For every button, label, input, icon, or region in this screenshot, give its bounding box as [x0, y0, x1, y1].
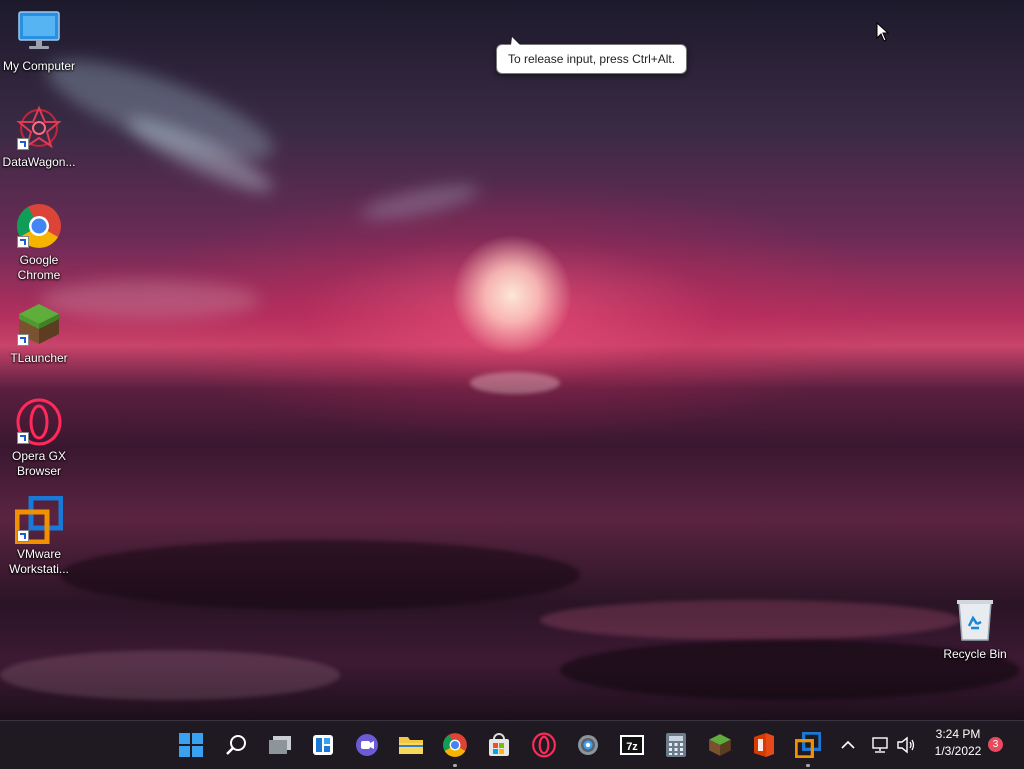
desktop-icon-recycle-bin[interactable]: Recycle Bin: [936, 596, 1014, 662]
desktop-icon-label: Opera GX Browser: [11, 449, 67, 478]
opera-gx-icon: [532, 732, 556, 758]
shortcut-arrow-icon: [17, 138, 29, 150]
clock-date: 1/3/2022: [934, 744, 982, 758]
microsoft-store-button[interactable]: [483, 729, 515, 761]
chrome-icon: [443, 733, 467, 757]
svg-text:7z: 7z: [626, 741, 638, 753]
file-explorer-button[interactable]: [395, 729, 427, 761]
shortcut-arrow-icon: [17, 432, 29, 444]
7zip-button[interactable]: 7z: [616, 729, 648, 761]
calculator-button[interactable]: [660, 729, 692, 761]
clock-time: 3:24 PM: [935, 727, 981, 741]
start-button[interactable]: [175, 729, 207, 761]
calculator-icon: [666, 733, 686, 757]
windows-logo-icon: [179, 733, 203, 757]
desktop-icon-my-computer[interactable]: My Computer: [0, 8, 78, 74]
desktop-wallpaper: [0, 0, 1024, 720]
office-button[interactable]: [748, 729, 780, 761]
chrome-icon: [15, 202, 63, 250]
taskbar: 7z: [0, 720, 1024, 769]
volume-button[interactable]: [894, 729, 918, 761]
desktop-icon-label: Google Chrome: [17, 253, 61, 282]
minecraft-grass-block-icon: [709, 734, 731, 756]
desktop-icon-opera-gx[interactable]: Opera GX Browser: [0, 398, 78, 479]
wallpaper-wave: [540, 600, 960, 640]
desktop-icon-label: VMware Workstati...: [9, 547, 69, 576]
network-button[interactable]: [868, 729, 892, 761]
store-bag-icon: [489, 733, 509, 756]
chrome-taskbar-button[interactable]: [439, 729, 471, 767]
opera-gx-icon: [15, 398, 63, 446]
desktop-icon-label: Recycle Bin: [943, 647, 1007, 661]
vmware-taskbar-button[interactable]: [792, 729, 824, 767]
gear-icon: [578, 735, 598, 755]
folder-icon: [399, 737, 423, 754]
taskbar-clock[interactable]: 3:24 PM 1/3/2022: [920, 726, 996, 760]
desktop-icon-label: My Computer: [2, 59, 76, 73]
wallpaper-wave: [0, 650, 340, 700]
mouse-cursor-icon: [876, 22, 890, 42]
show-hidden-icons-button[interactable]: [838, 729, 858, 761]
settings-button[interactable]: [572, 729, 604, 761]
desktop-icon-label: DataWagon...: [2, 155, 76, 169]
search-button[interactable]: [220, 729, 252, 761]
network-icon: [872, 737, 888, 753]
7zip-icon: 7z: [620, 735, 644, 755]
running-indicator: [453, 764, 457, 767]
monitor-icon: [15, 8, 63, 56]
task-view-icon: [269, 736, 291, 754]
desktop-icon-vmware[interactable]: VMware Workstati...: [0, 495, 78, 577]
notification-badge[interactable]: 3: [988, 737, 1003, 752]
office-icon: [754, 733, 774, 757]
teams-chat-icon: [356, 734, 378, 756]
chevron-up-icon: [841, 740, 855, 749]
shortcut-arrow-icon: [17, 530, 29, 542]
wallpaper-wave: [60, 540, 580, 610]
desktop-icon-tlauncher[interactable]: TLauncher: [0, 300, 78, 366]
desktop-icon-google-chrome[interactable]: Google Chrome: [0, 202, 78, 283]
teams-chat-button[interactable]: [351, 729, 383, 761]
vmware-icon: [14, 495, 64, 545]
desktop-icon-label: TLauncher: [10, 351, 68, 365]
wallpaper-cloud: [358, 177, 482, 227]
datawagon-icon: [15, 104, 63, 152]
widgets-button[interactable]: [307, 729, 339, 761]
tlauncher-taskbar-button[interactable]: [704, 729, 736, 761]
release-input-tooltip: To release input, press Ctrl+Alt.: [496, 37, 688, 74]
wallpaper-reflection: [470, 372, 560, 394]
recycle-bin-icon: [951, 596, 999, 644]
task-view-button[interactable]: [264, 729, 296, 761]
shortcut-arrow-icon: [17, 334, 29, 346]
desktop-icon-datawagon[interactable]: DataWagon...: [0, 104, 78, 170]
vmware-icon: [795, 732, 821, 758]
opera-gx-taskbar-button[interactable]: [528, 729, 560, 761]
shortcut-arrow-icon: [17, 236, 29, 248]
widgets-icon: [313, 735, 333, 755]
speaker-icon: [897, 736, 915, 754]
search-icon: [226, 735, 246, 755]
minecraft-grass-block-icon: [15, 300, 63, 348]
running-indicator: [806, 764, 810, 767]
